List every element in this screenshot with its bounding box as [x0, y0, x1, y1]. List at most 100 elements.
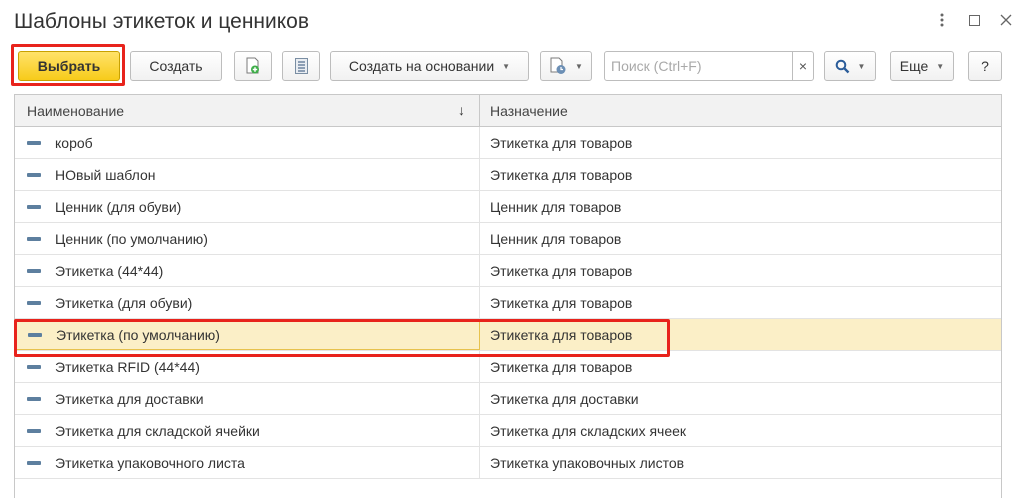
row-purpose-text: Этикетка для товаров [490, 166, 633, 183]
row-purpose-text: Этикетка для товаров [490, 134, 633, 151]
column-header-purpose[interactable]: Назначение [480, 95, 1001, 126]
cell-name[interactable]: Ценник (для обуви) [15, 191, 480, 222]
cell-purpose[interactable]: Этикетка для товаров [480, 159, 1001, 190]
dropdown-arrow-icon: ▼ [502, 61, 511, 71]
clear-search-button[interactable]: × [792, 52, 813, 80]
item-icon [27, 460, 41, 465]
table-header: Наименование ↓ Назначение [15, 95, 1001, 127]
item-icon [28, 332, 42, 337]
table-row[interactable]: короб Этикетка для товаров [15, 127, 1001, 159]
item-icon [27, 204, 41, 209]
dropdown-arrow-icon: ▼ [575, 61, 583, 71]
cell-purpose[interactable]: Этикетка для складских ячеек [480, 415, 1001, 446]
cell-name[interactable]: Этикетка RFID (44*44) [15, 351, 480, 382]
search-options-button[interactable]: ▼ [824, 51, 876, 81]
table-row[interactable]: НОвый шаблон Этикетка для товаров [15, 159, 1001, 191]
row-purpose-text: Ценник для товаров [490, 230, 622, 247]
cell-name[interactable]: Этикетка (для обуви) [15, 287, 480, 318]
close-icon[interactable] [998, 12, 1014, 28]
cell-purpose[interactable]: Этикетка упаковочных листов [480, 447, 1001, 478]
table-row[interactable]: Этикетка для складской ячейки Этикетка дл… [15, 415, 1001, 447]
row-name-text: Этикетка RFID (44*44) [55, 358, 200, 375]
cell-name[interactable]: Этикетка для доставки [15, 383, 480, 414]
table-row[interactable]: Ценник (по умолчанию) Ценник для товаров [15, 223, 1001, 255]
table-row[interactable]: Этикетка (по умолчанию) Этикетка для това… [15, 319, 1001, 351]
column-header-purpose-label: Назначение [490, 102, 568, 119]
table-row[interactable]: Ценник (для обуви) Ценник для товаров [15, 191, 1001, 223]
cell-purpose[interactable]: Ценник для товаров [480, 223, 1001, 254]
more-icon[interactable] [934, 12, 950, 28]
column-header-name[interactable]: Наименование ↓ [15, 95, 480, 126]
cell-name[interactable]: Этикетка упаковочного листа [15, 447, 480, 478]
create-button[interactable]: Создать [130, 51, 222, 81]
item-icon [27, 396, 41, 401]
cell-name[interactable]: НОвый шаблон [15, 159, 480, 190]
row-purpose-text: Этикетка для товаров [490, 262, 633, 279]
toolbar: Выбрать Создать Создать на основании ▼ ▼… [11, 44, 1014, 86]
dropdown-arrow-icon: ▼ [857, 61, 866, 71]
search-input[interactable] [605, 52, 792, 80]
cell-purpose[interactable]: Этикетка для товаров [480, 287, 1001, 318]
row-name-text: Этикетка упаковочного листа [55, 454, 245, 471]
cell-name[interactable]: Ценник (по умолчанию) [15, 223, 480, 254]
create-based-on-button[interactable]: Создать на основании ▼ [330, 51, 529, 81]
cell-name[interactable]: Этикетка (по умолчанию) [15, 319, 480, 350]
table-body: короб Этикетка для товаров НОвый шаблон Эти… [15, 127, 1001, 479]
more-actions-label: Еще [899, 58, 929, 74]
document-list-icon [294, 58, 308, 74]
table-row[interactable]: Этикетка для доставки Этикетка для достав… [15, 383, 1001, 415]
search-icon [835, 59, 849, 73]
row-name-text: короб [55, 134, 93, 151]
window-controls [934, 12, 1014, 28]
cell-name[interactable]: короб [15, 127, 480, 158]
item-icon [27, 300, 41, 305]
cell-purpose[interactable]: Этикетка для товаров [480, 127, 1001, 158]
create-based-on-label: Создать на основании [348, 58, 495, 74]
item-icon [27, 428, 41, 433]
list-view-button[interactable] [282, 51, 320, 81]
cell-name[interactable]: Этикетка для складской ячейки [15, 415, 480, 446]
create-copy-button[interactable] [234, 51, 272, 81]
row-name-text: Этикетка для складской ячейки [55, 422, 260, 439]
row-purpose-text: Этикетка для доставки [490, 390, 639, 407]
row-purpose-text: Этикетка для товаров [490, 326, 633, 343]
cell-purpose[interactable]: Ценник для товаров [480, 191, 1001, 222]
item-icon [27, 364, 41, 369]
window-title: Шаблоны этикеток и ценников [14, 10, 310, 33]
cell-purpose[interactable]: Этикетка для доставки [480, 383, 1001, 414]
cell-purpose[interactable]: Этикетка для товаров [480, 351, 1001, 382]
select-button[interactable]: Выбрать [18, 51, 120, 81]
row-purpose-text: Этикетка для складских ячеек [490, 422, 687, 439]
row-purpose-text: Этикетка для товаров [490, 358, 633, 375]
help-button[interactable]: ? [968, 51, 1002, 81]
row-name-text: Этикетка (для обуви) [55, 294, 193, 311]
table-row[interactable]: Этикетка упаковочного листа Этикетка упак… [15, 447, 1001, 479]
row-name-text: НОвый шаблон [55, 166, 156, 183]
row-purpose-text: Этикетка для товаров [490, 294, 633, 311]
row-purpose-text: Ценник для товаров [490, 198, 622, 215]
new-document-icon [246, 57, 259, 74]
table-row[interactable]: Этикетка RFID (44*44) Этикетка для товаро… [15, 351, 1001, 383]
report-clock-icon [550, 57, 566, 74]
cell-name[interactable]: Этикетка (44*44) [15, 255, 480, 286]
row-purpose-text: Этикетка упаковочных листов [490, 454, 685, 471]
sort-arrow-icon: ↓ [458, 102, 465, 118]
row-name-text: Ценник (по умолчанию) [55, 230, 208, 247]
search-box: × [604, 51, 814, 81]
item-icon [27, 172, 41, 177]
item-icon [27, 236, 41, 241]
table-row[interactable]: Этикетка (для обуви) Этикетка для товаров [15, 287, 1001, 319]
dropdown-arrow-icon: ▼ [936, 61, 945, 71]
row-name-text: Ценник (для обуви) [55, 198, 182, 215]
templates-table: Наименование ↓ Назначение короб Этикетка … [14, 94, 1002, 498]
cell-purpose[interactable]: Этикетка для товаров [480, 319, 1001, 350]
row-name-text: Этикетка для доставки [55, 390, 204, 407]
print-menu-button[interactable]: ▼ [540, 51, 592, 81]
row-name-text: Этикетка (по умолчанию) [56, 326, 220, 343]
cell-purpose[interactable]: Этикетка для товаров [480, 255, 1001, 286]
maximize-icon[interactable] [966, 12, 982, 28]
item-icon [27, 140, 41, 145]
more-actions-button[interactable]: Еще ▼ [890, 51, 954, 81]
item-icon [27, 268, 41, 273]
table-row[interactable]: Этикетка (44*44) Этикетка для товаров [15, 255, 1001, 287]
